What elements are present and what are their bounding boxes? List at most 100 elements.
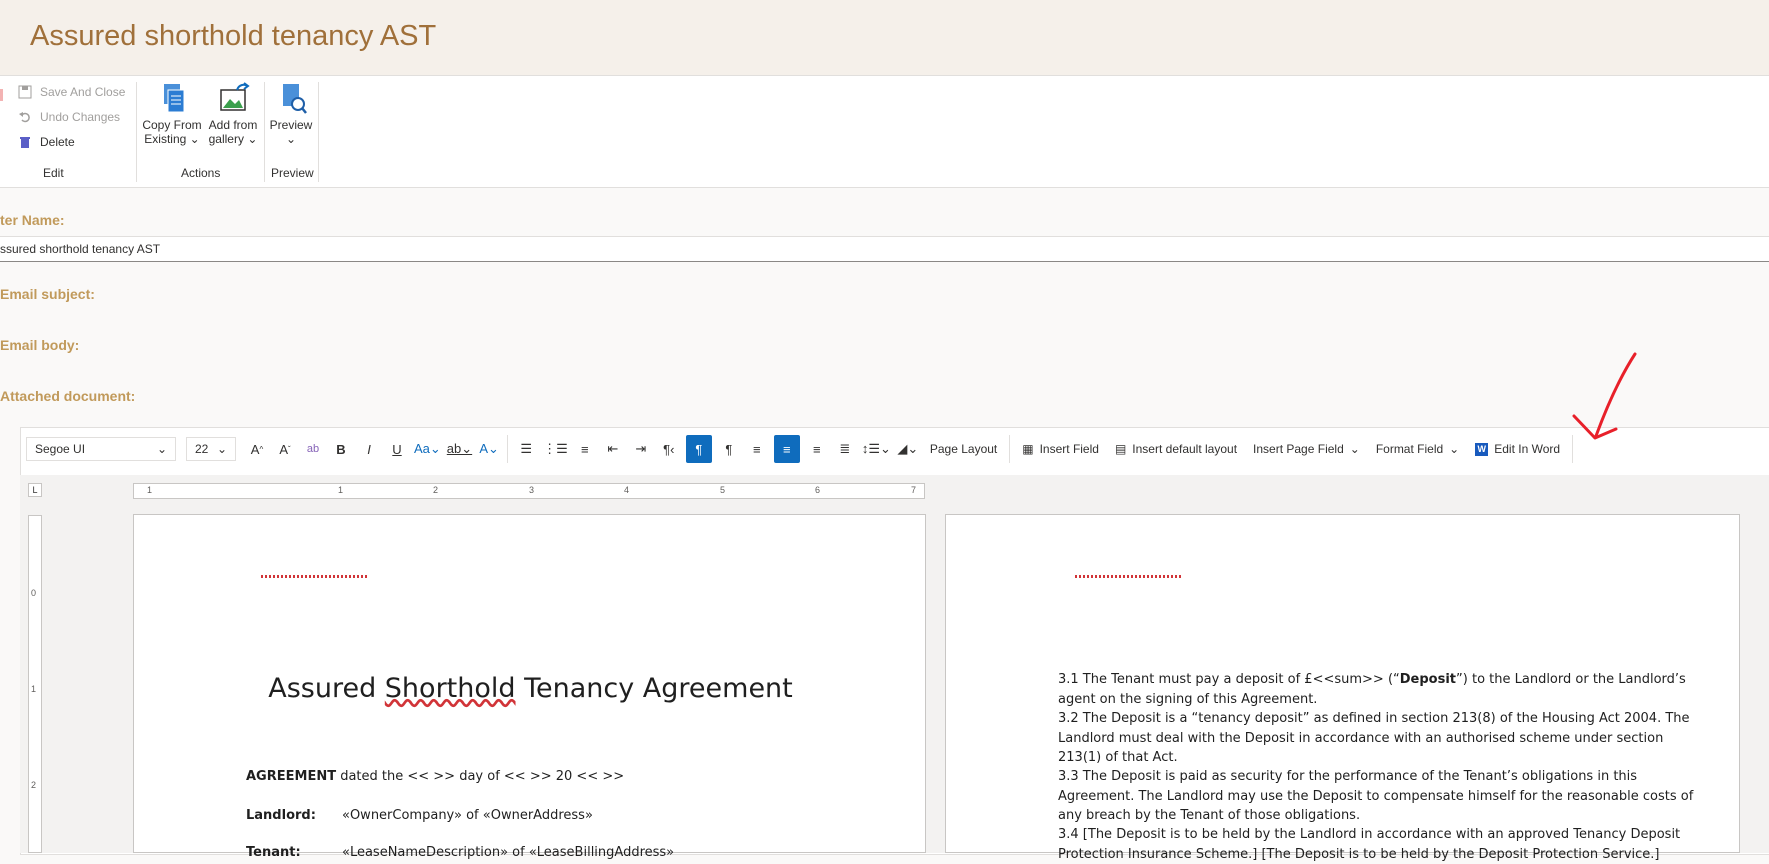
save-and-close-label: Save And Close	[40, 85, 126, 99]
bullets-icon[interactable]: ☰	[515, 435, 537, 463]
font-family-select[interactable]: Segoe UI ⌄	[26, 437, 176, 461]
insert-layout-icon: ▤	[1114, 442, 1127, 456]
group-label-preview: Preview	[271, 166, 314, 180]
shading-icon[interactable]: ◢⌄	[897, 435, 919, 463]
template-name-label: ter Name:	[0, 212, 65, 228]
ruler-mark: 6	[815, 485, 821, 495]
save-and-close-button[interactable]: Save And Close	[18, 85, 125, 99]
align-right-icon[interactable]: ≡	[806, 435, 828, 463]
chevron-down-icon: ⌄	[243, 132, 258, 146]
delete-button[interactable]: Delete	[18, 135, 75, 149]
spellcheck-underline	[261, 575, 367, 578]
shrink-font-icon[interactable]: Aˇ	[274, 435, 296, 463]
delete-label: Delete	[40, 135, 75, 149]
font-color-icon[interactable]: A⌄	[478, 435, 500, 463]
decrease-indent-icon[interactable]: ⇤	[602, 435, 624, 463]
ltr-paragraph-icon[interactable]: ¶	[685, 435, 712, 463]
horizontal-ruler[interactable]: 1 1 2 3 4 5 6 7	[133, 483, 925, 499]
multilevel-list-icon[interactable]: ≡	[574, 435, 596, 463]
preview-button[interactable]: Preview ⌄	[258, 80, 324, 146]
underline-icon[interactable]: U	[386, 435, 408, 463]
ruler-mark: 3	[529, 485, 535, 495]
command-ribbon: Save And Close Undo Changes Delete Edit …	[0, 76, 1769, 188]
page-layout-button[interactable]: Page Layout	[930, 442, 997, 456]
document-title: Assured Shorthold Tenancy Agreement	[268, 673, 793, 704]
toolbar-divider	[507, 435, 509, 463]
grow-font-icon[interactable]: A ^	[246, 435, 268, 463]
font-size-select[interactable]: 22 ⌄	[186, 437, 236, 461]
chevron-down-icon: ⌄	[285, 132, 297, 146]
increase-indent-icon[interactable]: ⇥	[630, 435, 652, 463]
agreement-line: AGREEMENT dated the << >> day of << >> 2…	[246, 769, 625, 784]
clause-3-1: 3.1 The Tenant must pay a deposit of £<<…	[1058, 672, 1686, 707]
format-field-button[interactable]: Format Field ⌄	[1376, 442, 1459, 456]
save-icon	[18, 85, 32, 99]
spellcheck-underline	[1075, 575, 1181, 578]
clear-format-icon[interactable]: ab	[302, 435, 324, 463]
ruler-mark: 0	[31, 588, 37, 598]
undo-icon	[19, 112, 30, 123]
vertical-ruler[interactable]: 0 1 2	[28, 515, 42, 853]
add-from-gallery-button[interactable]: Add from gallery ⌄	[200, 80, 266, 146]
preview-magnifier-icon	[283, 84, 307, 114]
ruler-mark: 1	[31, 684, 37, 694]
ruler-mark: 5	[720, 485, 726, 495]
justify-icon[interactable]: ≣	[834, 435, 856, 463]
ruler-mark: 4	[624, 485, 630, 495]
add-from-label-1: Add from	[208, 118, 258, 132]
landlord-value: «OwnerCompany» of «OwnerAddress»	[342, 808, 593, 823]
tab-stop-selector-icon[interactable]: L	[28, 483, 42, 497]
ruler-mark: 2	[433, 485, 439, 495]
attached-document-label: Attached document:	[0, 388, 136, 404]
insert-page-field-button[interactable]: Insert Page Field ⌄	[1253, 442, 1360, 456]
line-spacing-icon[interactable]: ↕☰⌄	[862, 435, 891, 463]
preview-label: Preview	[269, 118, 313, 132]
align-left-icon[interactable]: ≡	[746, 435, 768, 463]
clause-3-3: 3.3 The Deposit is paid as security for …	[1058, 769, 1694, 823]
chevron-down-icon: ⌄	[1349, 442, 1360, 456]
ruler-mark: 1	[338, 485, 344, 495]
numbering-icon[interactable]: ⋮☰	[543, 435, 568, 463]
editor-toolbar: Segoe UI ⌄ 22 ⌄ A ^ Aˇ ab B I U Aa⌄ ab⌄ A⌄ …	[20, 430, 1769, 468]
ruler-mark: 2	[31, 780, 37, 790]
copy-from-existing-button[interactable]: Copy From Existing ⌄	[139, 80, 205, 146]
change-case-icon[interactable]: Aa⌄	[414, 435, 441, 463]
gallery-image-icon	[220, 82, 250, 111]
chevron-down-icon: ⌄	[216, 442, 227, 456]
insert-field-icon: ▦	[1022, 442, 1034, 456]
insert-field-button[interactable]: ▦ Insert Field	[1022, 442, 1099, 456]
chevron-down-icon: ⌄	[1449, 442, 1460, 456]
italic-icon[interactable]: I	[358, 435, 380, 463]
landlord-label: Landlord:	[246, 808, 316, 823]
document-page-1[interactable]: Assured Shorthold Tenancy Agreement AGRE…	[133, 514, 926, 860]
group-divider	[318, 82, 319, 182]
annotation-arrow-icon	[1572, 352, 1637, 440]
undo-changes-label: Undo Changes	[40, 110, 121, 124]
clause-3-4: 3.4 [The Deposit is to be held by the La…	[1058, 827, 1681, 862]
ruler-mark: 7	[911, 485, 917, 495]
copy-from-label-2: Existing ⌄	[144, 132, 200, 146]
copy-document-icon	[164, 84, 185, 113]
show-formatting-icon[interactable]: ¶	[718, 435, 740, 463]
chevron-down-icon: ⌄	[156, 442, 167, 456]
group-label-edit: Edit	[43, 166, 64, 180]
trash-icon	[20, 137, 30, 148]
add-from-label-2: gallery ⌄	[208, 132, 258, 146]
group-divider	[136, 82, 137, 182]
save-icon	[0, 88, 14, 102]
rtl-paragraph-icon[interactable]: ¶‹	[658, 435, 680, 463]
insert-default-layout-button[interactable]: ▤ Insert default layout	[1115, 442, 1237, 456]
highlight-color-icon[interactable]: ab⌄	[447, 435, 472, 463]
template-name-input[interactable]: ssured shorthold tenancy AST	[0, 236, 1769, 262]
copy-from-label-1: Copy From	[142, 118, 202, 132]
word-icon: W	[1475, 442, 1489, 456]
document-page-2[interactable]: 3.1 The Tenant must pay a deposit of £<<…	[945, 514, 1740, 862]
group-label-actions: Actions	[181, 166, 221, 180]
undo-changes-button[interactable]: Undo Changes	[18, 110, 120, 124]
edit-in-word-button[interactable]: W Edit In Word	[1475, 442, 1560, 456]
ruler-mark: 1	[147, 485, 153, 495]
bold-icon[interactable]: B	[330, 435, 352, 463]
email-subject-label: Email subject:	[0, 286, 95, 302]
align-center-icon[interactable]: ≡	[773, 435, 800, 463]
email-body-label: Email body:	[0, 337, 80, 353]
